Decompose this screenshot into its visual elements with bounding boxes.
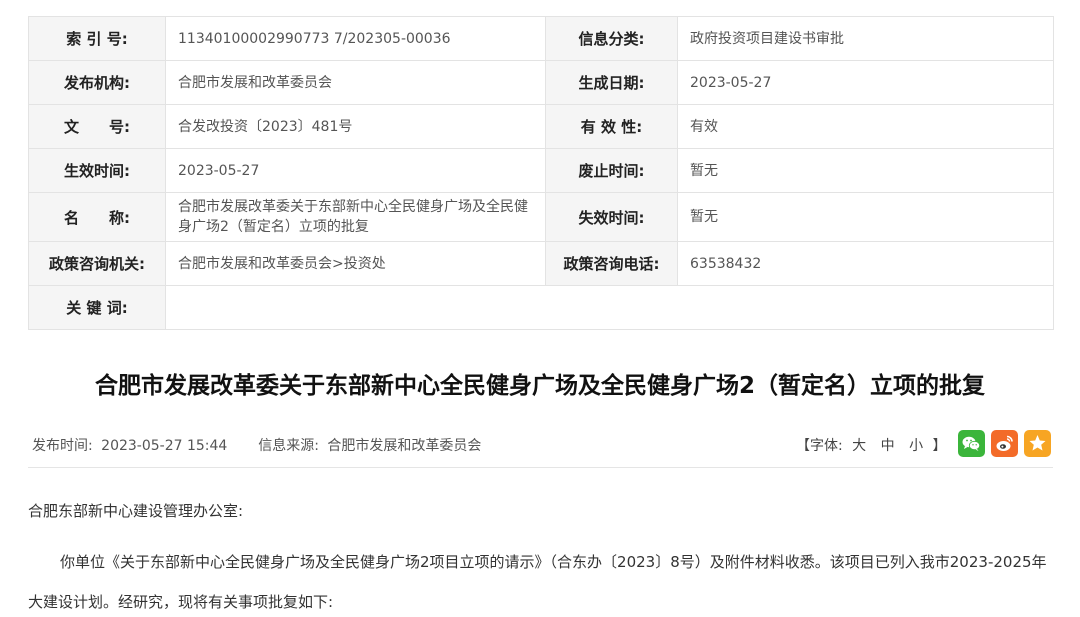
publisher-value: 合肥市发展和改革委员会 bbox=[165, 60, 546, 105]
effective-date-value: 2023-05-27 bbox=[165, 148, 546, 193]
source-label: 信息来源: bbox=[258, 438, 319, 454]
consult-phone-value: 63538432 bbox=[677, 241, 1054, 286]
wechat-icon[interactable] bbox=[958, 430, 985, 457]
repeal-date-value: 暂无 bbox=[677, 148, 1054, 193]
expiry-date-label: 失效时间: bbox=[545, 192, 678, 242]
meta-row-effective: 生效时间: 2023-05-27 废止时间: 暂无 bbox=[28, 148, 1054, 193]
repeal-date-label: 废止时间: bbox=[545, 148, 678, 193]
consult-agency-value: 合肥市发展和改革委员会>投资处 bbox=[165, 241, 546, 286]
body-paragraph: 你单位《关于东部新中心全民健身广场及全民健身广场2项目立项的请示》（合东办〔20… bbox=[28, 553, 1047, 611]
expiry-date-value: 暂无 bbox=[677, 192, 1054, 242]
article-info-bar: 发布时间: 2023-05-27 15:44 信息来源: 合肥市发展和改革委员会… bbox=[28, 422, 1053, 468]
consult-agency-label: 政策咨询机关: bbox=[28, 241, 166, 286]
publisher-label: 发布机构: bbox=[28, 60, 166, 105]
source-value: 合肥市发展和改革委员会 bbox=[327, 438, 482, 454]
index-number-label: 索 引 号: bbox=[28, 16, 166, 61]
weibo-icon[interactable] bbox=[991, 430, 1018, 457]
article-title: 合肥市发展改革委关于东部新中心全民健身广场及全民健身广场2（暂定名）立项的批复 bbox=[94, 373, 985, 399]
name-label: 名 称: bbox=[28, 192, 166, 242]
font-size-control: 【字体: 大 中 小 】 bbox=[796, 435, 947, 455]
publish-time-label: 发布时间: bbox=[32, 438, 93, 454]
validity-value: 有效 bbox=[677, 104, 1054, 149]
font-label-close: 】 bbox=[932, 438, 947, 454]
keywords-label: 关 键 词: bbox=[28, 285, 166, 330]
category-label: 信息分类: bbox=[545, 16, 678, 61]
meta-row-keywords: 关 键 词: bbox=[28, 285, 1054, 330]
consult-phone-label: 政策咨询电话: bbox=[545, 241, 678, 286]
font-small-button[interactable]: 小 bbox=[909, 438, 923, 454]
doc-number-value: 合发改投资〔2023〕481号 bbox=[165, 104, 546, 149]
meta-row-name: 名 称: 合肥市发展改革委关于东部新中心全民健身广场及全民健身广场2（暂定名）立… bbox=[28, 192, 1054, 242]
publish-time-value: 2023-05-27 15:44 bbox=[101, 438, 228, 454]
meta-row-doc-number: 文 号: 合发改投资〔2023〕481号 有 效 性: 有效 bbox=[28, 104, 1054, 149]
doc-number-label: 文 号: bbox=[28, 104, 166, 149]
generated-date-label: 生成日期: bbox=[545, 60, 678, 105]
favorite-icon[interactable] bbox=[1024, 430, 1051, 457]
keywords-value bbox=[165, 285, 1054, 330]
category-value: 政府投资项目建设书审批 bbox=[677, 16, 1054, 61]
index-number-value: 11340100002990773 7/202305-00036 bbox=[165, 16, 546, 61]
generated-date-value: 2023-05-27 bbox=[677, 60, 1054, 105]
font-large-button[interactable]: 大 bbox=[852, 438, 866, 454]
meta-row-index: 索 引 号: 11340100002990773 7/202305-00036 … bbox=[28, 16, 1054, 61]
publish-info: 发布时间: 2023-05-27 15:44 信息来源: 合肥市发展和改革委员会 bbox=[32, 435, 485, 455]
meta-row-publisher: 发布机构: 合肥市发展和改革委员会 生成日期: 2023-05-27 bbox=[28, 60, 1054, 105]
effective-date-label: 生效时间: bbox=[28, 148, 166, 193]
font-medium-button[interactable]: 中 bbox=[881, 438, 895, 454]
meta-row-consult: 政策咨询机关: 合肥市发展和改革委员会>投资处 政策咨询电话: 63538432 bbox=[28, 241, 1054, 286]
name-value: 合肥市发展改革委关于东部新中心全民健身广场及全民健身广场2（暂定名）立项的批复 bbox=[165, 192, 546, 242]
validity-label: 有 效 性: bbox=[545, 104, 678, 149]
metadata-table: 索 引 号: 11340100002990773 7/202305-00036 … bbox=[28, 16, 1054, 330]
font-label-open: 【字体: bbox=[796, 438, 843, 454]
recipient-line: 合肥东部新中心建设管理办公室: bbox=[28, 502, 244, 520]
